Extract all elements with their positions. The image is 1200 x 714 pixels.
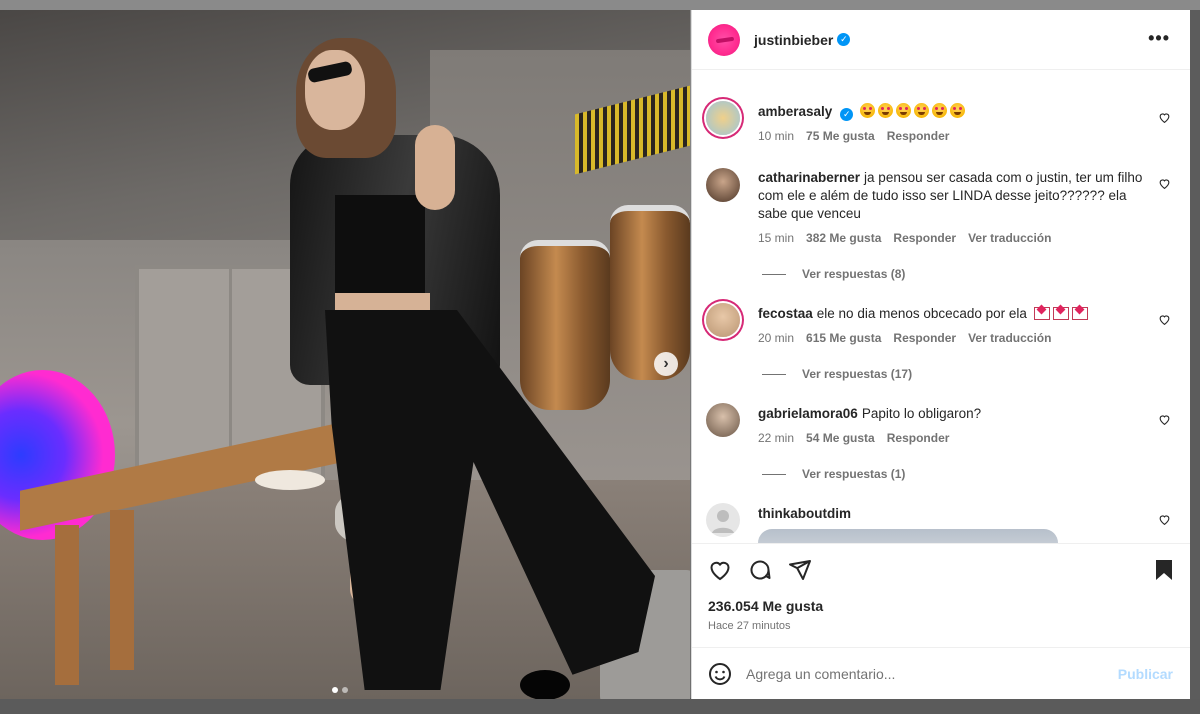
view-replies-button[interactable]: Ver respuestas (17) <box>762 367 912 381</box>
commenter-username[interactable]: amberasaly <box>758 104 832 119</box>
carousel-dot-active <box>332 687 338 693</box>
replies-divider <box>762 473 786 475</box>
comments-list[interactable]: amberasaly ✓ 10 min 75 Me gusta Responder… <box>692 71 1191 543</box>
heart-icon[interactable] <box>1158 413 1171 426</box>
author-username[interactable]: justinbieber <box>754 32 833 48</box>
star-struck-emoji-icon <box>896 103 912 118</box>
chevron-right-icon: › <box>663 355 669 372</box>
comment-likes[interactable]: 382 Me gusta <box>806 231 881 245</box>
comment-meta: 22 min 54 Me gusta Responder <box>758 431 949 445</box>
love-letter-emoji-icon <box>1052 307 1069 320</box>
comment-time: 10 min <box>758 129 795 143</box>
photo-table-leg <box>55 525 79 685</box>
heart-icon[interactable] <box>1158 313 1171 326</box>
commenter-username[interactable]: fecostaa <box>758 306 813 321</box>
commenter-avatar[interactable] <box>706 101 740 135</box>
carousel-dot <box>342 687 348 693</box>
comment-text: fecostaa ele no dia menos obcecado por el… <box>758 305 1158 323</box>
comment-icon[interactable] <box>748 558 772 582</box>
comment-text: catharinaberner ja pensou ser casada com … <box>758 169 1158 223</box>
see-translation-button[interactable]: Ver traducción <box>968 231 1051 245</box>
comment-text: gabrielamora06 Papito lo obligaron? <box>758 405 1158 423</box>
bookmark-icon[interactable] <box>1152 558 1176 582</box>
star-struck-emoji-icon <box>950 103 966 118</box>
photo-person-hand <box>415 125 455 210</box>
reply-button[interactable]: Responder <box>887 431 950 445</box>
feed-background-strip <box>0 698 1200 714</box>
commenter-avatar[interactable] <box>706 168 740 202</box>
comment-meta: 15 min 382 Me gusta Responder Ver traduc… <box>758 231 1051 245</box>
comment-text: thinkaboutdim <box>758 505 1158 523</box>
comment-body: Papito lo obligaron? <box>861 406 982 421</box>
commenter-username[interactable]: catharinaberner <box>758 170 860 185</box>
photo-conga-drum <box>520 240 610 410</box>
comment-time: 22 min <box>758 431 795 445</box>
author-avatar[interactable] <box>708 23 740 56</box>
publish-button[interactable]: Publicar <box>1118 666 1173 682</box>
post-photo[interactable]: › <box>0 10 690 699</box>
heart-icon[interactable] <box>708 558 732 582</box>
heart-icon[interactable] <box>1158 111 1171 124</box>
page-edge <box>1190 10 1200 699</box>
reply-button[interactable]: Responder <box>887 129 950 143</box>
see-translation-button[interactable]: Ver traducción <box>968 331 1051 345</box>
comment-composer: Publicar <box>692 647 1191 699</box>
verified-icon: ✓ <box>840 108 854 121</box>
photo-conga-drum <box>610 205 690 380</box>
photo-table-leg <box>110 510 134 670</box>
love-letter-emoji-icon <box>1071 307 1088 320</box>
carousel-next-button[interactable]: › <box>654 352 678 376</box>
photo-person-top <box>335 195 425 300</box>
commenter-avatar[interactable] <box>706 503 740 537</box>
comment-time: 20 min <box>758 331 795 345</box>
photo-stool <box>255 470 325 490</box>
more-icon[interactable]: ••• <box>1148 28 1170 49</box>
heart-icon[interactable] <box>1158 513 1171 526</box>
view-replies-button[interactable]: Ver respuestas (8) <box>762 267 905 281</box>
comment-input[interactable] <box>746 665 1118 682</box>
heart-icon[interactable] <box>1158 177 1171 190</box>
love-letter-emoji-icon <box>1033 307 1050 320</box>
post-header: justinbieber ✓ ••• <box>692 10 1190 70</box>
star-struck-emoji-icon <box>878 103 894 118</box>
star-struck-emoji-icon <box>932 103 948 118</box>
replies-divider <box>762 273 786 275</box>
comment-likes[interactable]: 54 Me gusta <box>806 431 875 445</box>
verified-icon: ✓ <box>837 33 851 46</box>
comment-meta: 10 min 75 Me gusta Responder <box>758 129 949 143</box>
commenter-username[interactable]: gabrielamora06 <box>758 406 858 421</box>
view-replies-button[interactable]: Ver respuestas (1) <box>762 467 905 481</box>
view-replies-label: Ver respuestas (1) <box>802 467 906 481</box>
commenter-avatar[interactable] <box>706 303 740 337</box>
star-struck-emoji-icon <box>860 103 876 118</box>
post-time[interactable]: Hace 27 minutos <box>708 620 791 632</box>
star-struck-emoji-icon <box>914 103 930 118</box>
reply-button[interactable]: Responder <box>893 331 956 345</box>
post-actions <box>692 543 1191 603</box>
likes-count[interactable]: 236.054 Me gusta <box>708 598 823 614</box>
comment-image-preview[interactable] <box>758 529 1058 543</box>
reply-button[interactable]: Responder <box>893 231 956 245</box>
post-details-panel: justinbieber ✓ ••• amberasaly ✓ 10 min 75… <box>691 10 1191 699</box>
photo-person-face <box>305 50 365 130</box>
view-replies-label: Ver respuestas (17) <box>802 367 913 381</box>
default-avatar-icon <box>712 510 734 533</box>
comment-time: 15 min <box>758 231 795 245</box>
comment-text: amberasaly ✓ <box>758 103 1158 121</box>
view-replies-label: Ver respuestas (8) <box>802 267 906 281</box>
comment-likes[interactable]: 75 Me gusta <box>806 129 875 143</box>
emoji-icon[interactable] <box>708 662 732 686</box>
commenter-avatar[interactable] <box>706 403 740 437</box>
replies-divider <box>762 373 786 375</box>
comment-likes[interactable]: 615 Me gusta <box>806 331 881 345</box>
share-icon[interactable] <box>788 558 812 582</box>
comment-meta: 20 min 615 Me gusta Responder Ver traduc… <box>758 331 1051 345</box>
commenter-username[interactable]: thinkaboutdim <box>758 506 851 521</box>
comment-body: ele no dia menos obcecado por ela <box>816 306 1027 321</box>
photo-person-shoe <box>520 670 570 699</box>
carousel-dots <box>332 687 348 693</box>
